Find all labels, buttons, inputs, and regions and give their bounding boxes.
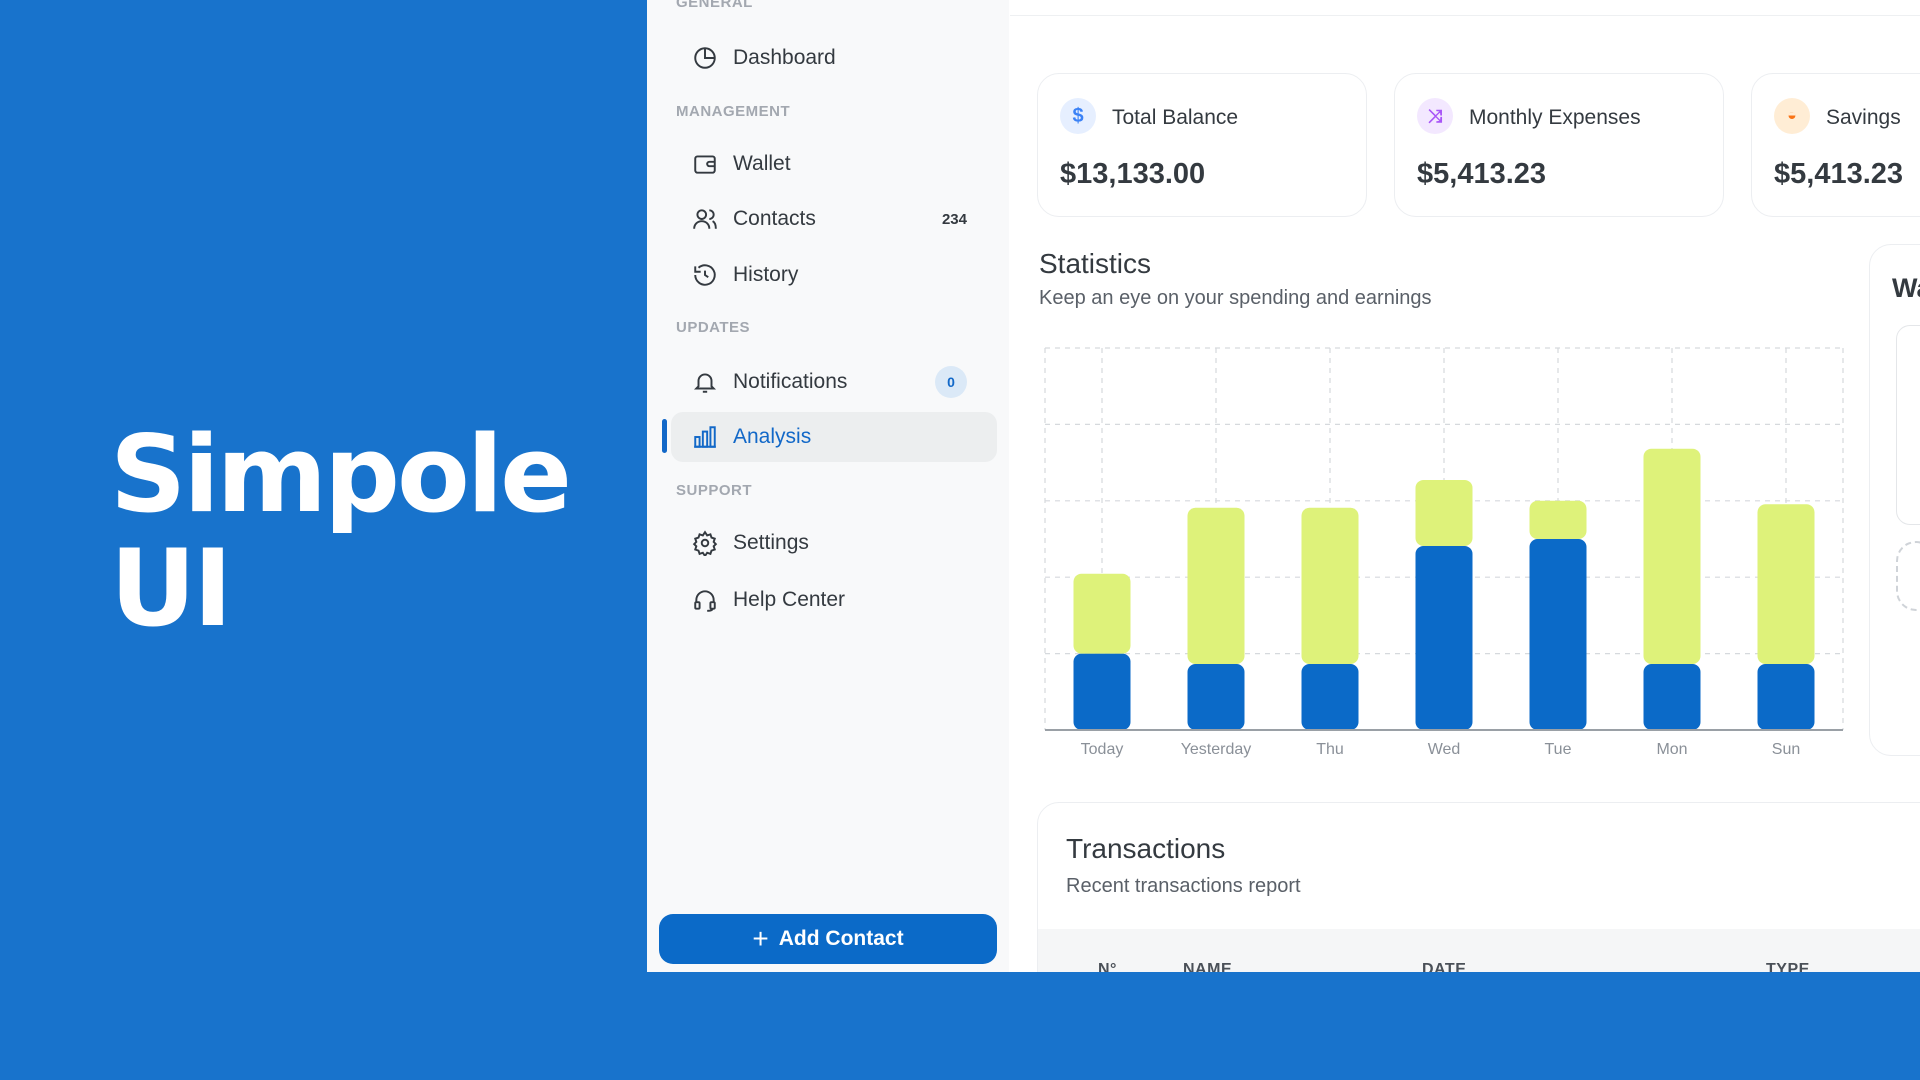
sidebar-item-label: Wallet <box>733 152 791 175</box>
brand-line-1: Simpole <box>110 413 572 536</box>
sidebar-item-history[interactable]: History <box>671 250 997 300</box>
bar-segment-primary <box>1073 653 1131 730</box>
bar-segment-primary <box>1757 664 1815 730</box>
plus-icon: + <box>752 923 769 954</box>
shuffle-icon: ⤨ <box>1417 98 1453 134</box>
transactions-title: Transactions <box>1066 833 1226 864</box>
transactions-card: Transactions Recent transactions report … <box>1037 802 1920 972</box>
x-tick-label: Yesterday <box>1181 741 1252 758</box>
bar-segment-secondary <box>1757 504 1815 665</box>
column-number: N° <box>1098 961 1117 972</box>
sidebar-item-label: Contacts <box>733 207 816 230</box>
add-contact-button[interactable]: + Add Contact <box>659 914 997 964</box>
sidebar-item-help-center[interactable]: Help Center <box>671 575 997 625</box>
x-tick-label: Today <box>1081 741 1124 758</box>
right-card-dashed-slot <box>1896 541 1920 611</box>
column-name: NAME <box>1183 961 1233 972</box>
card-value: $13,133.00 <box>1060 158 1206 190</box>
notifications-badge: 0 <box>935 366 967 398</box>
card-savings: ◒ Savings $5,413.23 <box>1751 73 1920 217</box>
app-window: GENERAL Dashboard MANAGEMENT Wallet Cont… <box>647 0 1920 972</box>
card-label: Monthly Expenses <box>1469 106 1641 129</box>
sidebar-item-label: History <box>733 263 799 286</box>
x-tick-label: Sun <box>1772 741 1800 758</box>
transactions-subtitle: Recent transactions report <box>1066 875 1301 897</box>
statistics-title: Statistics <box>1039 248 1152 279</box>
bar-segment-secondary <box>1301 507 1359 665</box>
contacts-count: 234 <box>941 210 967 228</box>
dashboard-icon <box>691 44 719 72</box>
bar-segment-primary <box>1301 664 1359 730</box>
section-general: GENERAL <box>676 0 753 11</box>
bar-segment-secondary <box>1187 507 1245 665</box>
header-divider <box>1010 15 1920 16</box>
brand-title: Simpole UI <box>110 413 572 650</box>
right-card-inner <box>1896 325 1920 525</box>
card-total-balance: $ Total Balance $13,133.00 <box>1037 73 1367 217</box>
analysis-icon <box>691 423 719 451</box>
section-updates: UPDATES <box>676 319 751 336</box>
gear-icon <box>691 529 719 557</box>
x-tick-label: Mon <box>1656 741 1687 758</box>
bar-segment-secondary <box>1415 479 1473 546</box>
contacts-icon <box>691 205 719 233</box>
history-icon <box>691 261 719 289</box>
wallet-icon <box>691 150 719 178</box>
headset-icon <box>691 586 719 614</box>
dollar-icon: $ <box>1060 98 1096 134</box>
active-indicator <box>662 419 667 453</box>
sidebar-item-wallet[interactable]: Wallet <box>671 139 997 189</box>
sidebar-item-settings[interactable]: Settings <box>671 518 997 568</box>
sidebar-item-notifications[interactable]: Notifications 0 <box>671 357 997 407</box>
sidebar-item-analysis[interactable]: Analysis <box>671 412 997 462</box>
sidebar-item-label: Notifications <box>733 370 848 393</box>
card-label: Savings <box>1826 106 1901 129</box>
sidebar: GENERAL Dashboard MANAGEMENT Wallet Cont… <box>647 0 1009 972</box>
sidebar-item-label: Analysis <box>733 425 812 448</box>
card-monthly-expenses: ⤨ Monthly Expenses $5,413.23 <box>1394 73 1724 217</box>
bar-segment-secondary <box>1643 448 1701 665</box>
bar-segment-primary <box>1415 545 1473 730</box>
bar-segment-primary <box>1187 664 1245 730</box>
sidebar-item-dashboard[interactable]: Dashboard <box>671 33 997 83</box>
statistics-subtitle: Keep an eye on your spending and earning… <box>1039 287 1432 309</box>
x-tick-label: Wed <box>1428 741 1461 758</box>
bell-icon <box>691 368 719 396</box>
section-management: MANAGEMENT <box>676 103 791 120</box>
sidebar-item-label: Settings <box>733 531 809 554</box>
piggy-bank-icon: ◒ <box>1774 98 1810 134</box>
add-contact-label: Add Contact <box>778 927 904 950</box>
card-value: $5,413.23 <box>1774 158 1904 190</box>
section-support: SUPPORT <box>676 482 753 499</box>
brand-line-2: UI <box>110 527 233 650</box>
bar-segment-primary <box>1643 664 1701 730</box>
statistics-chart: Today Yesterday Thu Wed Tue Mon Sun <box>1044 347 1844 758</box>
x-tick-label: Tue <box>1545 741 1572 758</box>
sidebar-item-contacts[interactable]: Contacts 234 <box>671 194 997 244</box>
sidebar-item-label: Dashboard <box>733 46 836 69</box>
table-header: N° NAME DATE TYPE <box>1038 929 1920 972</box>
right-card: Wa <box>1869 244 1920 756</box>
card-label: Total Balance <box>1112 106 1239 129</box>
bar-segment-primary <box>1529 539 1587 730</box>
x-tick-label: Thu <box>1316 741 1344 758</box>
bar-segment-secondary <box>1073 573 1131 654</box>
sidebar-item-label: Help Center <box>733 588 846 611</box>
column-type: TYPE <box>1766 961 1810 972</box>
right-card-title: Wa <box>1892 273 1920 303</box>
column-date: DATE <box>1422 961 1467 972</box>
card-value: $5,413.23 <box>1417 158 1547 190</box>
bar-segment-secondary <box>1529 500 1587 539</box>
